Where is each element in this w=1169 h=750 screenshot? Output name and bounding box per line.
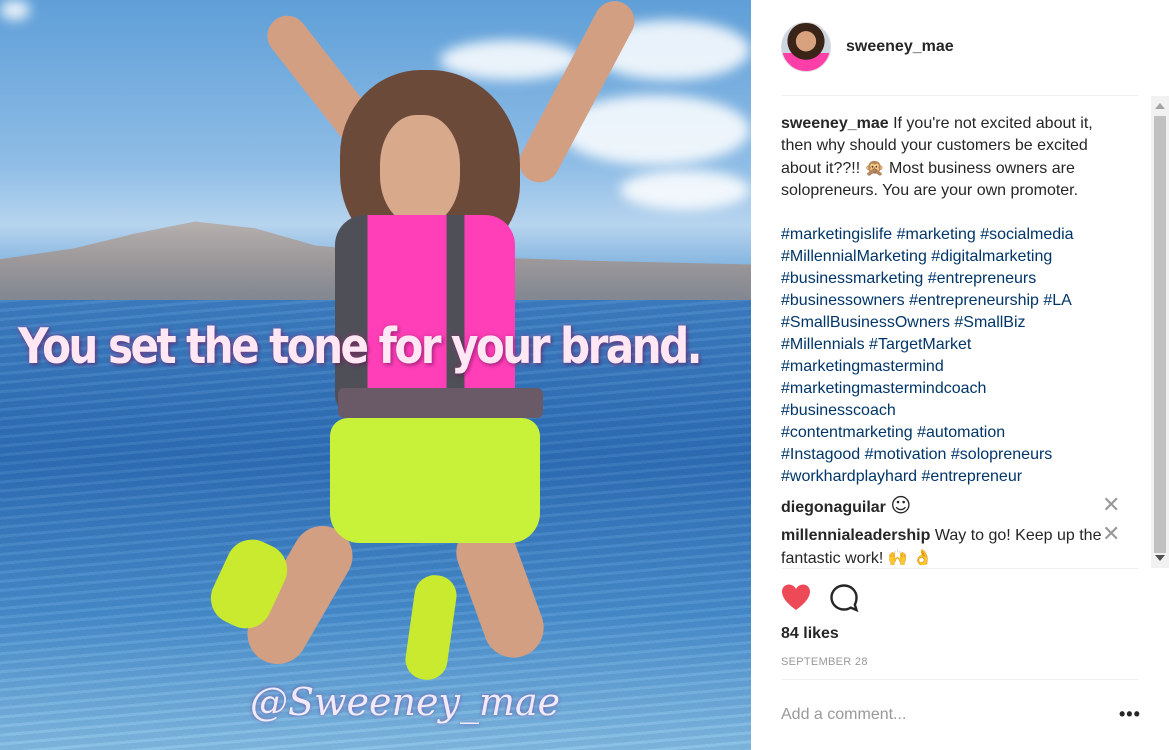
- post-header: sweeney_mae: [781, 22, 954, 72]
- hashtag-line[interactable]: #MillennialMarketing #digitalmarketing: [781, 246, 1126, 268]
- hashtag-line[interactable]: #contentmarketing #automation: [781, 422, 1126, 444]
- heart-icon[interactable]: [781, 583, 811, 613]
- smile-emoji-icon: ☺: [890, 493, 912, 517]
- divider: [781, 679, 1139, 680]
- caption: sweeney_mae If you're not excited about …: [781, 113, 1126, 488]
- hashtag-line[interactable]: #businessmarketing #entrepreneurs: [781, 268, 1126, 290]
- comment-item: diegonaguilar ☺: [781, 494, 1126, 519]
- comments-scroll-area[interactable]: sweeney_mae If you're not excited about …: [781, 113, 1126, 565]
- cloud: [620, 170, 750, 210]
- post-sidebar: sweeney_mae sweeney_mae If you're not ex…: [751, 0, 1169, 750]
- person-shorts: [330, 418, 540, 543]
- hashtag-list: #marketingislife #marketing #socialmedia…: [781, 224, 1126, 488]
- hashtag-line[interactable]: #marketingmastermind: [781, 356, 1126, 378]
- remove-comment-close-icon[interactable]: ✕: [1102, 494, 1120, 516]
- see-no-evil-emoji-icon: 🙊: [864, 158, 885, 177]
- post-username[interactable]: sweeney_mae: [846, 38, 954, 56]
- likes-count[interactable]: 84 likes: [781, 625, 839, 643]
- hashtag-line[interactable]: #Millennials #TargetMarket: [781, 334, 1126, 356]
- add-comment-input[interactable]: [781, 700, 1101, 730]
- comment-bubble-icon[interactable]: [829, 583, 859, 613]
- avatar[interactable]: [781, 22, 831, 72]
- comment-username[interactable]: diegonaguilar: [781, 499, 886, 516]
- person-swimsuit: [335, 215, 515, 415]
- hashtag-line[interactable]: #marketingislife #marketing #socialmedia: [781, 224, 1126, 246]
- person-face: [380, 115, 460, 225]
- comment-item: millennialeadership Way to go! Keep up t…: [781, 525, 1126, 565]
- post-actions: [781, 583, 859, 613]
- cloud: [440, 40, 580, 80]
- scrollbar-thumb[interactable]: [1154, 116, 1166, 553]
- cloud: [0, 0, 30, 20]
- caption-username[interactable]: sweeney_mae: [781, 115, 889, 132]
- photo-overlay-text: You set the tone for your brand.: [18, 318, 703, 375]
- scroll-up-arrow-icon[interactable]: [1155, 103, 1165, 109]
- hashtag-line[interactable]: #marketingmastermindcoach: [781, 378, 1126, 400]
- remove-comment-close-icon[interactable]: ✕: [1102, 523, 1120, 545]
- comment-username[interactable]: millennialeadership: [781, 527, 930, 544]
- raised-hands-emoji-icon: 🙌 👌: [887, 548, 933, 565]
- divider: [781, 568, 1139, 569]
- divider: [781, 95, 1139, 96]
- post-date[interactable]: SEPTEMBER 28: [781, 656, 868, 668]
- more-options-icon[interactable]: •••: [1119, 704, 1141, 725]
- hashtag-line[interactable]: #businesscoach: [781, 400, 1126, 422]
- person-belt: [338, 388, 543, 418]
- hashtag-line[interactable]: #businessowners #entrepreneurship #LA: [781, 290, 1126, 312]
- scrollbar[interactable]: [1151, 96, 1169, 568]
- post-photo[interactable]: You set the tone for your brand. @Sweene…: [0, 0, 751, 750]
- hashtag-line[interactable]: #workhardplayhard #entrepreneur: [781, 466, 1126, 488]
- scroll-down-arrow-icon[interactable]: [1155, 555, 1165, 561]
- hashtag-line[interactable]: #Instagood #motivation #solopreneurs: [781, 444, 1126, 466]
- hashtag-line[interactable]: #SmallBusinessOwners #SmallBiz: [781, 312, 1126, 334]
- photo-watermark: @Sweeney_mae: [250, 680, 561, 724]
